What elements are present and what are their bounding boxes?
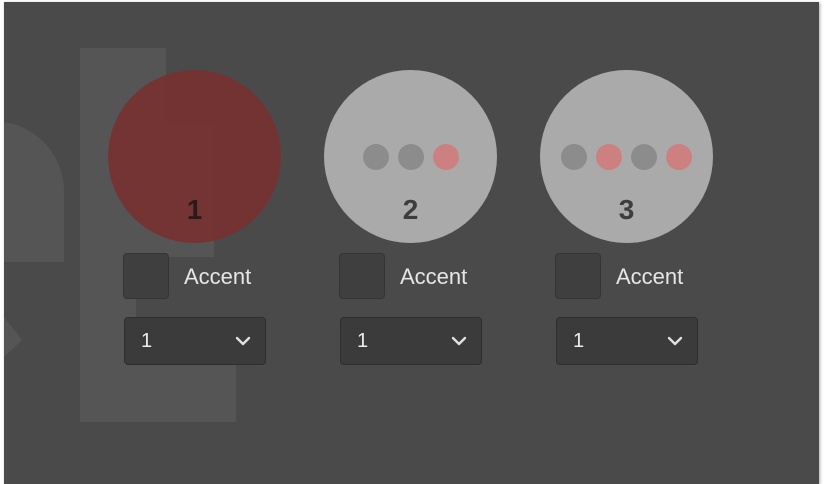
chevron-down-icon: [451, 336, 467, 346]
slot-number: 3: [618, 194, 635, 225]
dot-gray: [397, 144, 424, 170]
slot-preview-circle[interactable]: 3: [540, 70, 713, 243]
slot-number: 2: [402, 194, 419, 225]
accent-checkbox[interactable]: [339, 253, 385, 299]
accent-checkbox-label: Accent: [400, 264, 468, 289]
dot-red: [666, 144, 692, 170]
dot-gray: [631, 144, 657, 170]
chevron-down-icon: [235, 336, 251, 346]
accent-checkbox-label: Accent: [616, 264, 684, 289]
dot-red: [596, 144, 622, 170]
slot-select-value: 1: [141, 330, 153, 352]
slot-select[interactable]: 1: [124, 317, 266, 365]
slot-2: 2 Accent 1: [324, 2, 499, 422]
accent-checkbox-label: Accent: [184, 264, 252, 289]
dot-gray: [561, 144, 587, 170]
slot-select-value: 1: [573, 330, 585, 352]
slot-preview-circle[interactable]: 1: [108, 70, 281, 243]
slot-dots: [108, 144, 281, 170]
slot-select-value: 1: [357, 330, 369, 352]
accent-checkbox[interactable]: [555, 253, 601, 299]
slot-3: 3 Accent 1: [540, 2, 715, 422]
slot-preview-circle[interactable]: 2: [324, 70, 497, 243]
slot-select[interactable]: 1: [340, 317, 482, 365]
slot-number: 1: [186, 194, 203, 225]
slot-dots: [540, 144, 713, 170]
accent-checkbox[interactable]: [123, 253, 169, 299]
slot-select[interactable]: 1: [556, 317, 698, 365]
chevron-down-icon: [667, 336, 683, 346]
slot-1: 1 Accent 1: [108, 2, 283, 422]
slot-dots: [324, 144, 497, 170]
app-panel: 1 Accent 1 2 Accent 1 3 Accent 1: [4, 2, 819, 484]
dot-gray: [362, 144, 389, 170]
dot-red: [432, 144, 459, 170]
